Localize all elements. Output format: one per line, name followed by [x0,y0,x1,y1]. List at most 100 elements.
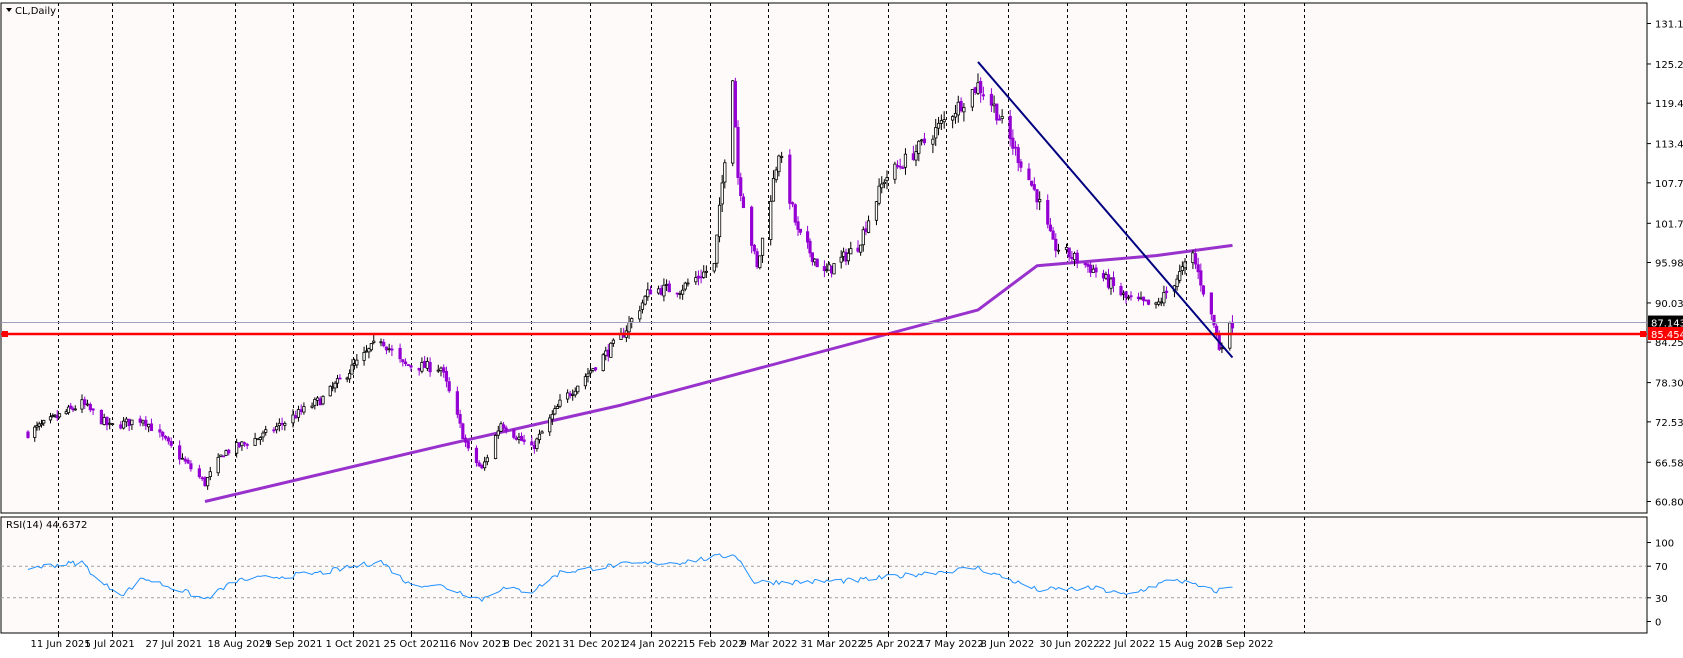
candle-body [1106,274,1111,288]
candle-body [26,431,30,438]
candle-body [953,112,958,118]
candle-body [979,81,983,94]
candle-body [1183,261,1187,269]
candle-body [1193,253,1198,265]
rsi-tick-label: 30 [1655,594,1668,605]
candle-body [1067,247,1071,258]
price-tick-label: 90.030 [1655,299,1683,310]
support-level-label: 85.454 [1651,330,1683,341]
candle-body [442,367,446,373]
candle-body [586,373,590,377]
time-tick-label: 5 Jul 2021 [85,639,135,650]
rsi-title: RSI(14) 44.6372 [6,520,87,531]
candle-body [355,359,359,366]
candle-body [310,405,314,408]
candle-body [420,362,424,372]
candle-body [493,435,498,459]
candle-body [379,341,383,344]
time-tick-label: 15 Feb 2022 [683,639,745,650]
candle-body [206,477,210,487]
candle-body [221,455,226,458]
candle-body [755,251,759,268]
time-tick-label: 24 Jan 2022 [624,639,684,650]
candle-body [1175,278,1179,288]
time-tick-label: 8 Jun 2022 [981,639,1035,650]
candle-body [573,390,577,396]
candle-body [1230,321,1235,329]
candle-body [519,435,524,441]
chart-canvas: 131.155 125.200 119.430 113.480 107.705 101.7… [0,0,1683,654]
price-tick-label: 107.705 [1655,179,1683,190]
candle-body [261,432,265,438]
time-tick-label: 6 Sep 2022 [1217,639,1274,650]
candle-body [119,424,123,429]
candle-body [796,221,800,230]
candle-body [815,258,819,268]
candle-body [1144,299,1148,302]
candle-body [1220,347,1224,350]
candle-body [169,441,173,446]
candle-body [256,438,260,441]
candle-body [981,94,985,97]
chart-title: CL,Daily [15,6,56,17]
candle-body [1089,264,1093,273]
candle-body [458,414,462,424]
candle-body [1141,296,1146,301]
candle-body [1154,302,1158,305]
candle-body [760,237,765,256]
candle-body [739,177,743,197]
candle-body [790,202,795,205]
candle-body [144,419,148,427]
candle-body [750,206,754,246]
candle-body [780,156,784,158]
candle-body [675,292,679,295]
candle-body [1104,274,1108,279]
candle-body [166,437,170,442]
candle-body [530,441,534,446]
candle-body [864,228,868,232]
price-tick-label: 95.980 [1655,259,1683,270]
candle-body [73,408,77,411]
candle-body [163,436,168,439]
candle-body [235,442,239,454]
candle-body [901,167,905,169]
candle-body [1094,267,1098,273]
candle-body [659,288,663,295]
candle-body [1027,168,1031,181]
candle-body [296,409,301,418]
candle-body [1199,270,1203,286]
candle-body [537,433,542,441]
candle-body [99,409,104,425]
candle-body [601,354,605,371]
candle-body [832,263,836,275]
candle-body [88,404,92,411]
candle-body [861,229,865,246]
candle-body [227,449,231,454]
candle-body [934,127,938,139]
candle-body [1072,253,1077,261]
price-tick-label: 125.200 [1655,60,1683,71]
candle-body [903,153,908,168]
support-level-handle-left [2,331,8,338]
candle-body [141,420,145,424]
candle-body [138,418,142,423]
time-tick-label: 27 Jul 2021 [146,639,203,650]
candle-body [769,201,773,240]
candle-body [788,154,792,204]
candle-body [522,439,526,442]
candle-body [1011,137,1015,149]
time-tick-label: 16 Nov 2021 [444,639,508,650]
candle-body [662,284,666,297]
candle-body [1146,299,1151,305]
candle-body [959,100,963,112]
candle-body [423,360,427,368]
rsi-pane [0,516,1648,634]
price-pane [0,2,1648,514]
candle-body [627,322,631,333]
support-level-handle-right [1640,331,1646,338]
candle-body [699,276,703,279]
candle-body [970,89,974,108]
candle-body [997,118,1002,121]
candle-body [277,422,281,426]
candle-body [736,126,740,178]
